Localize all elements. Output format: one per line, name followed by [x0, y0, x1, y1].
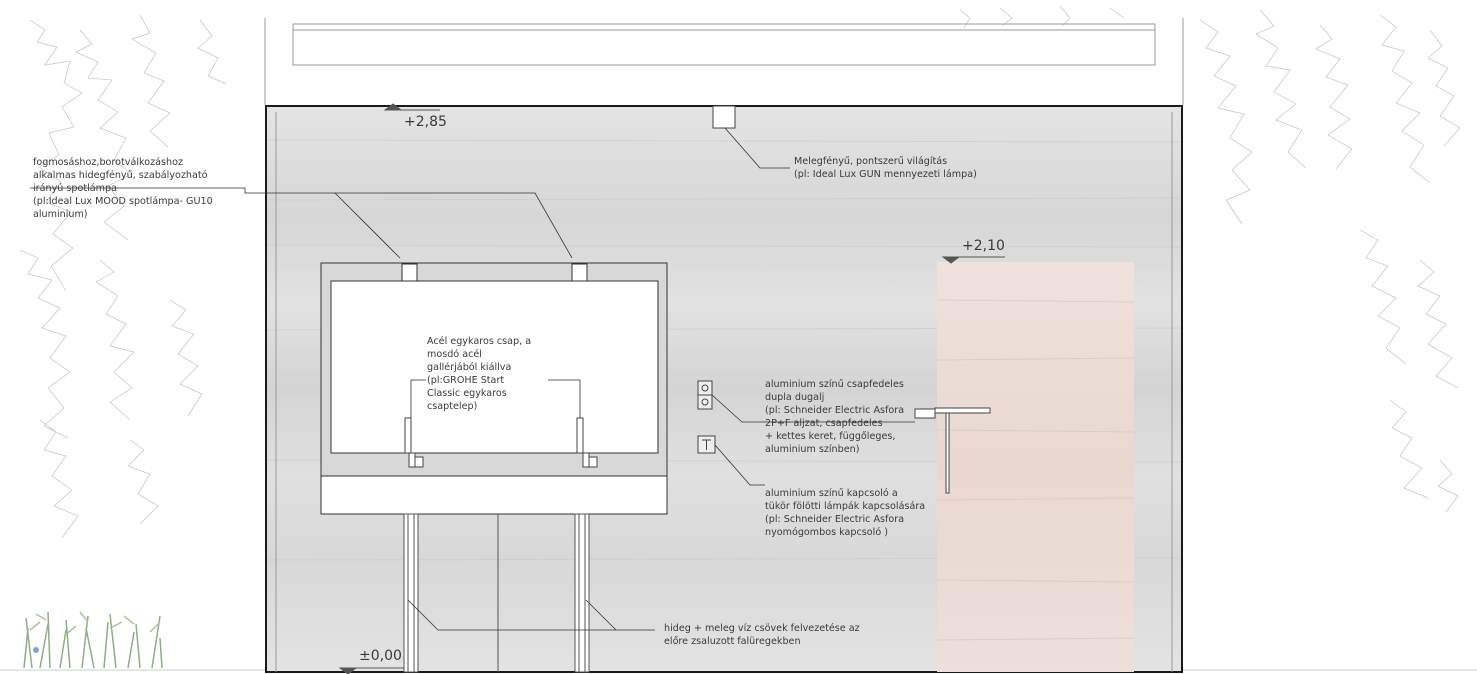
level-floor-label: ±0,00 [359, 648, 402, 664]
switch-icon [697, 435, 716, 454]
annotation-faucet: Acél egykaros csap, a mosdó acél gallérj… [427, 336, 532, 412]
level-ceiling-label: +2,85 [404, 114, 447, 130]
socket-icon [697, 380, 713, 410]
annotation-spotlight: fogmosáshoz,borotválkozáshoz alkalmas hi… [33, 157, 213, 220]
annotation-pipes: hideg + meleg víz csövek felvezetése az … [664, 623, 860, 647]
spotlight-left [401, 263, 418, 282]
door-panel [937, 262, 1134, 672]
level-door-label: +2,10 [962, 238, 1005, 254]
elevation-drawing [0, 5, 1477, 674]
foliage-left [19, 14, 227, 539]
annotation-switch: aluminium színű kapcsoló a tükör fölötti… [765, 488, 926, 538]
ceiling-lamp [712, 105, 736, 129]
spotlight-right [571, 263, 588, 282]
annotation-ceiling-light: Melegfényű, pontszerű világítás (pl: Ide… [794, 156, 977, 180]
ceiling-frame [264, 18, 1184, 105]
annotation-socket: aluminium színű csapfedeles dupla dugalj… [765, 379, 905, 455]
plants [23, 611, 163, 669]
